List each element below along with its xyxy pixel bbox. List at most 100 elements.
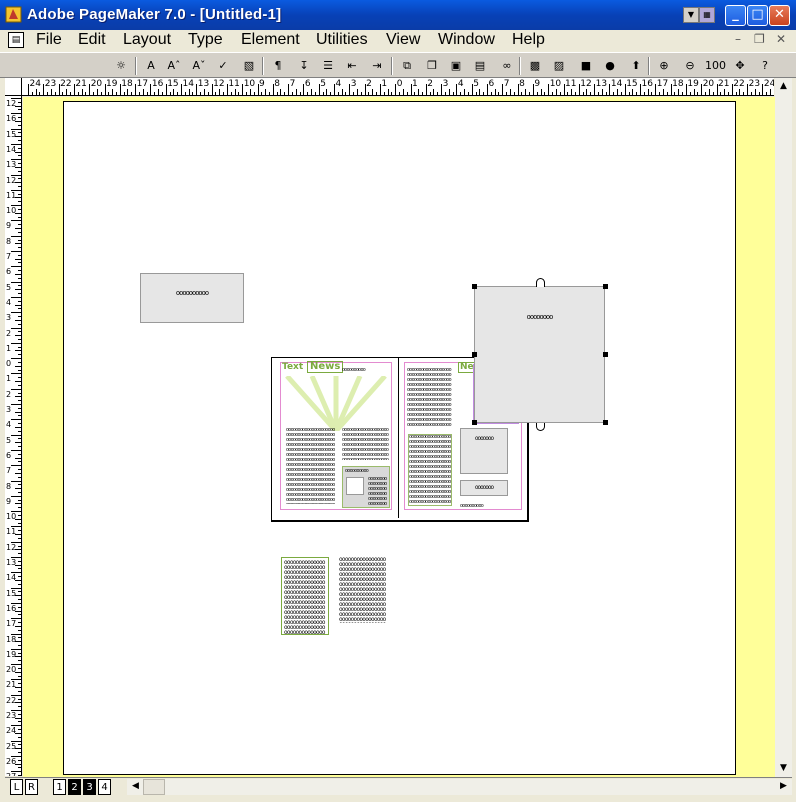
- ruler-label: 12: [580, 79, 592, 89]
- menu-edit[interactable]: Edit: [78, 31, 106, 49]
- ruler-label: 12: [6, 175, 17, 185]
- help-icon[interactable]: ?: [755, 56, 775, 76]
- ruler-minor-tick: [337, 92, 339, 95]
- ruler-minor-tick: [444, 92, 446, 95]
- new-icon[interactable]: [10, 56, 30, 76]
- find-icon[interactable]: ☼: [111, 56, 131, 76]
- pasteboard[interactable]: oooooooooo Text News oooooooooo oooooooo…: [23, 97, 775, 777]
- menu-arrow-icon[interactable]: ▼: [683, 7, 699, 23]
- horizontal-ruler[interactable]: 24 23 22 21 20 19 18 17 16 15 14 13 12 11 10 9 8 7 6 5 4 3 2 1 0…: [22, 78, 774, 96]
- ruler-minor-tick: [705, 92, 707, 95]
- fit-page-icon[interactable]: ✥: [730, 56, 750, 76]
- scroll-down-icon[interactable]: ▼: [775, 760, 792, 777]
- tabs-icon[interactable]: ↧: [294, 56, 314, 76]
- ruler-minor-tick: [18, 652, 21, 654]
- selection-handle[interactable]: [472, 284, 477, 289]
- ruler-minor-tick: [372, 89, 374, 95]
- zoom-out-icon[interactable]: ⊖: [680, 56, 700, 76]
- text-block[interactable]: oooooooooooooooooooooooooooooooooooooooo…: [339, 557, 387, 623]
- link-icon[interactable]: ∞: [497, 56, 517, 76]
- placeholder-frame-selected[interactable]: oooooooo: [474, 286, 605, 423]
- doc-close-button[interactable]: ✕: [776, 32, 786, 46]
- selection-handle[interactable]: [603, 420, 608, 425]
- doc-minimize-button[interactable]: –: [735, 32, 741, 46]
- menu-window[interactable]: Window: [438, 31, 495, 49]
- color-icon[interactable]: ▩: [525, 56, 545, 76]
- outdent-icon[interactable]: ⇤: [342, 56, 362, 76]
- placeholder-frame-small[interactable]: oooooooooo: [140, 273, 244, 323]
- minimize-button[interactable]: _: [725, 5, 746, 26]
- ruler-label: 25: [6, 741, 17, 751]
- image-icon[interactable]: ▤: [470, 56, 490, 76]
- paste-icon[interactable]: ❐: [422, 56, 442, 76]
- ruler-minor-tick: [18, 231, 21, 233]
- palette-icon[interactable]: ▦: [699, 7, 715, 23]
- ruler-minor-tick: [368, 92, 370, 95]
- copy-icon[interactable]: ⧉: [397, 56, 417, 76]
- menu-view[interactable]: View: [386, 31, 420, 49]
- horizontal-scroll-thumb[interactable]: [143, 779, 165, 795]
- ruler-minor-tick: [15, 228, 21, 230]
- web-icon[interactable]: ●: [600, 56, 620, 76]
- export-icon[interactable]: ▨: [549, 56, 569, 76]
- scroll-up-icon[interactable]: ▲: [775, 78, 792, 95]
- windowshade-top[interactable]: [536, 278, 545, 287]
- ruler-minor-tick: [18, 369, 21, 371]
- selection-handle[interactable]: [472, 352, 477, 357]
- ruler-minor-tick: [18, 392, 21, 394]
- frame-icon[interactable]: ▣: [446, 56, 466, 76]
- ruler-label: 12: [213, 79, 225, 89]
- menu-help[interactable]: Help: [512, 31, 545, 49]
- page-tab-master-left[interactable]: L: [10, 779, 23, 795]
- page-tab-3[interactable]: 3: [83, 779, 96, 795]
- maximize-button[interactable]: □: [747, 5, 768, 26]
- open-icon[interactable]: [33, 56, 53, 76]
- close-button[interactable]: ✕: [769, 5, 790, 26]
- menu-utilities[interactable]: Utilities: [316, 31, 368, 49]
- text-line: oooooooooo: [460, 504, 484, 509]
- paragraph-icon[interactable]: ¶: [268, 56, 288, 76]
- bullets-icon[interactable]: ☰: [318, 56, 338, 76]
- font-size-down-icon[interactable]: Aˇ: [189, 56, 209, 76]
- character-icon[interactable]: A: [141, 56, 161, 76]
- document-control-icon[interactable]: ▤: [8, 32, 24, 48]
- ruler-minor-tick: [322, 92, 324, 95]
- ruler-minor-tick: [414, 92, 416, 95]
- fill-icon[interactable]: ▧: [239, 56, 259, 76]
- page-tab-master-right[interactable]: R: [25, 779, 38, 795]
- save-icon[interactable]: [60, 56, 80, 76]
- font-size-up-icon[interactable]: Aˆ: [164, 56, 184, 76]
- scroll-left-icon[interactable]: ◀: [127, 779, 144, 795]
- page-tab-1[interactable]: 1: [53, 779, 66, 795]
- horizontal-scrollbar[interactable]: ◀ ▶: [127, 779, 792, 795]
- ruler-label: 3: [442, 79, 449, 89]
- selection-handle[interactable]: [603, 352, 608, 357]
- selection-handle[interactable]: [603, 284, 608, 289]
- menu-type[interactable]: Type: [188, 31, 223, 49]
- pdf-icon[interactable]: ⬆: [626, 56, 646, 76]
- spelling-icon[interactable]: ✓: [213, 56, 233, 76]
- menu-element[interactable]: Element: [241, 31, 300, 49]
- scroll-right-icon[interactable]: ▶: [775, 779, 792, 795]
- zoom-in-icon[interactable]: ⊕: [654, 56, 674, 76]
- ruler-origin[interactable]: [5, 78, 22, 96]
- menu-file[interactable]: File: [36, 31, 62, 49]
- page-tab-2[interactable]: 2: [68, 779, 81, 795]
- menu-layout[interactable]: Layout: [123, 31, 171, 49]
- toolbar-separator: [135, 57, 137, 75]
- indent-icon[interactable]: ⇥: [367, 56, 387, 76]
- ruler-tick: [11, 296, 21, 298]
- doc-restore-button[interactable]: ❐: [754, 32, 765, 46]
- text-block[interactable]: oooooooooooooooooooooooooooooooooooooooo…: [281, 557, 329, 635]
- ruler-label: 6: [304, 79, 311, 89]
- vertical-scrollbar[interactable]: ▲ ▼: [775, 78, 792, 777]
- selection-handle[interactable]: [472, 420, 477, 425]
- page-tab-4[interactable]: 4: [98, 779, 111, 795]
- print-icon[interactable]: [85, 56, 105, 76]
- photo-icon[interactable]: ■: [576, 56, 596, 76]
- vertical-ruler[interactable]: 12 16 15 14 13 12 11 10 9 8 7 6 5 4 3 2 1 0 1 2 3 4 5 6 7 8 9 10 11 1…: [5, 96, 22, 776]
- ruler-minor-tick: [18, 140, 21, 142]
- actual-size-icon[interactable]: 100: [704, 56, 726, 76]
- ruler-minor-tick: [18, 300, 21, 302]
- pagemaker-app-icon[interactable]: [5, 6, 22, 23]
